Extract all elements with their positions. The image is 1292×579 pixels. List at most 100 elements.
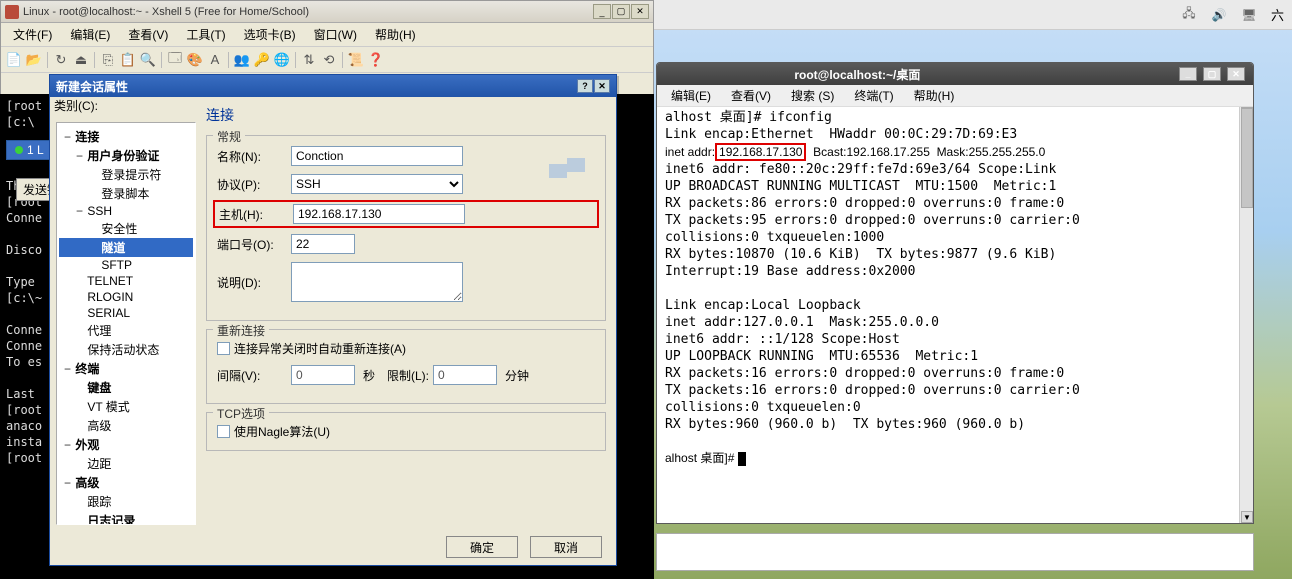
menu-item[interactable]: 查看(V) — [723, 85, 779, 106]
tree-node[interactable]: 安全性 — [59, 219, 193, 238]
term-maximize-button[interactable]: ▢ — [1203, 67, 1221, 81]
disconnect-icon[interactable]: ⏏ — [72, 51, 90, 69]
menu-item[interactable]: 编辑(E) — [62, 23, 118, 46]
dialog-close-button[interactable]: ✕ — [594, 79, 610, 93]
category-tree[interactable]: − 连接− 用户身份验证 登录提示符 登录脚本− SSH 安全性 隧道 SFTP… — [56, 122, 196, 525]
tree-node[interactable]: 键盘 — [59, 378, 193, 397]
scroll-down-icon[interactable]: ▼ — [1241, 511, 1253, 523]
host-input[interactable] — [293, 204, 465, 224]
term-close-button[interactable]: ✕ — [1227, 67, 1245, 81]
nagle-checkbox[interactable] — [217, 425, 230, 438]
tree-node[interactable]: 隧道 — [59, 238, 193, 257]
interval-label: 间隔(V): — [217, 367, 291, 384]
tree-node[interactable]: 代理 — [59, 321, 193, 340]
limit-label: 限制(L): — [387, 367, 429, 384]
tree-node[interactable]: − 终端 — [59, 359, 193, 378]
terminal-title: root@localhost:~/桌面 — [794, 66, 920, 83]
min-label: 分钟 — [505, 367, 529, 384]
protocol-label: 协议(P): — [217, 176, 291, 193]
menu-item[interactable]: 选项卡(B) — [236, 23, 304, 46]
menu-item[interactable]: 窗口(W) — [306, 23, 365, 46]
tree-node[interactable]: 边距 — [59, 454, 193, 473]
props-icon[interactable]: 🗔 — [166, 51, 184, 69]
tree-node[interactable]: SFTP — [59, 257, 193, 273]
interval-input[interactable] — [291, 365, 355, 385]
dialog-titlebar: 新建会话属性 ? ✕ — [50, 75, 616, 97]
name-input[interactable] — [291, 146, 463, 166]
port-label: 端口号(O): — [217, 236, 291, 253]
help-icon[interactable]: ❓ — [367, 51, 385, 69]
terminal-scrollbar[interactable]: ▲ ▼ — [1239, 107, 1253, 523]
computers-icon — [549, 158, 587, 188]
tree-node[interactable]: − 连接 — [59, 127, 193, 146]
users-icon[interactable]: 👥 — [233, 51, 251, 69]
desc-label: 说明(D): — [217, 274, 291, 291]
minimize-button[interactable]: _ — [593, 4, 611, 19]
network-icon[interactable]: 🖧 — [1181, 7, 1197, 23]
terminal-menubar: 编辑(E)查看(V)搜索 (S)终端(T)帮助(H) — [657, 85, 1253, 107]
nagle-label: 使用Nagle算法(U) — [234, 423, 330, 440]
ok-button[interactable]: 确定 — [446, 536, 518, 558]
dialog-help-button[interactable]: ? — [577, 79, 593, 93]
xshell-titlebar: Linux - root@localhost:~ - Xshell 5 (Fre… — [1, 1, 653, 23]
tree-node[interactable]: − 外观 — [59, 435, 193, 454]
sec-label: 秒 — [363, 367, 375, 384]
auto-reconnect-checkbox[interactable] — [217, 342, 230, 355]
volume-icon[interactable]: 🔊 — [1211, 7, 1227, 23]
new-icon[interactable]: 📄 — [5, 51, 23, 69]
tree-node[interactable]: VT 模式 — [59, 397, 193, 416]
cancel-button[interactable]: 取消 — [530, 536, 602, 558]
port-input[interactable] — [291, 234, 355, 254]
paste-icon[interactable]: 📋 — [119, 51, 137, 69]
panel-heading: 连接 — [206, 103, 606, 135]
close-button[interactable]: ✕ — [631, 4, 649, 19]
bottom-panel — [656, 533, 1254, 571]
tree-node[interactable]: RLOGIN — [59, 289, 193, 305]
terminal-output[interactable]: alhost 桌面]# ifconfig Link encap:Ethernet… — [657, 107, 1253, 469]
menu-item[interactable]: 帮助(H) — [906, 85, 963, 106]
general-group: 常规 名称(N): 协议(P): SSH 主机(H): 端口 — [206, 135, 606, 321]
term-minimize-button[interactable]: _ — [1179, 67, 1197, 81]
menu-item[interactable]: 终端(T) — [846, 85, 901, 106]
general-legend: 常规 — [213, 128, 245, 145]
tree-node[interactable]: SERIAL — [59, 305, 193, 321]
transfer-icon[interactable]: ⇅ — [300, 51, 318, 69]
open-icon[interactable]: 📂 — [25, 51, 43, 69]
ip-highlight: 192.168.17.130 — [715, 143, 806, 161]
menu-item[interactable]: 查看(V) — [120, 23, 176, 46]
menu-item[interactable]: 编辑(E) — [663, 85, 719, 106]
tree-node[interactable]: − 用户身份验证 — [59, 146, 193, 165]
search-icon[interactable]: 🔍 — [139, 51, 157, 69]
tree-node[interactable]: 高级 — [59, 416, 193, 435]
tree-node[interactable]: − 高级 — [59, 473, 193, 492]
tree-node[interactable]: 跟踪 — [59, 492, 193, 511]
copy-icon[interactable]: ⎘ — [99, 51, 117, 69]
globe-icon[interactable]: 🌐 — [273, 51, 291, 69]
color-icon[interactable]: 🎨 — [186, 51, 204, 69]
tree-node[interactable]: 登录提示符 — [59, 165, 193, 184]
menu-item[interactable]: 文件(F) — [5, 23, 60, 46]
menu-item[interactable]: 帮助(H) — [367, 23, 424, 46]
new-session-dialog: 新建会话属性 ? ✕ 类别(C): − 连接− 用户身份验证 登录提示符 登录脚… — [49, 74, 617, 566]
sync-icon[interactable]: ⟲ — [320, 51, 338, 69]
menu-item[interactable]: 工具(T) — [178, 23, 233, 46]
maximize-button[interactable]: ▢ — [612, 4, 630, 19]
tree-node[interactable]: TELNET — [59, 273, 193, 289]
session-tab[interactable]: 1 L — [6, 140, 53, 160]
protocol-select[interactable]: SSH — [291, 174, 463, 194]
limit-input[interactable] — [433, 365, 497, 385]
tree-node[interactable]: − SSH — [59, 203, 193, 219]
key-icon[interactable]: 🔑 — [253, 51, 271, 69]
menu-item[interactable]: 搜索 (S) — [783, 85, 842, 106]
tree-node[interactable]: 保持活动状态 — [59, 340, 193, 359]
tab-label: 1 L — [27, 143, 44, 157]
tree-node[interactable]: 登录脚本 — [59, 184, 193, 203]
script-icon[interactable]: 📜 — [347, 51, 365, 69]
display-icon[interactable]: 🖥 — [1241, 7, 1257, 23]
status-dot-icon — [15, 146, 23, 154]
reconnect-icon[interactable]: ↻ — [52, 51, 70, 69]
scroll-thumb[interactable] — [1241, 108, 1253, 208]
font-icon[interactable]: A — [206, 51, 224, 69]
tree-node[interactable]: 日志记录 — [59, 511, 193, 525]
desc-input[interactable] — [291, 262, 463, 302]
